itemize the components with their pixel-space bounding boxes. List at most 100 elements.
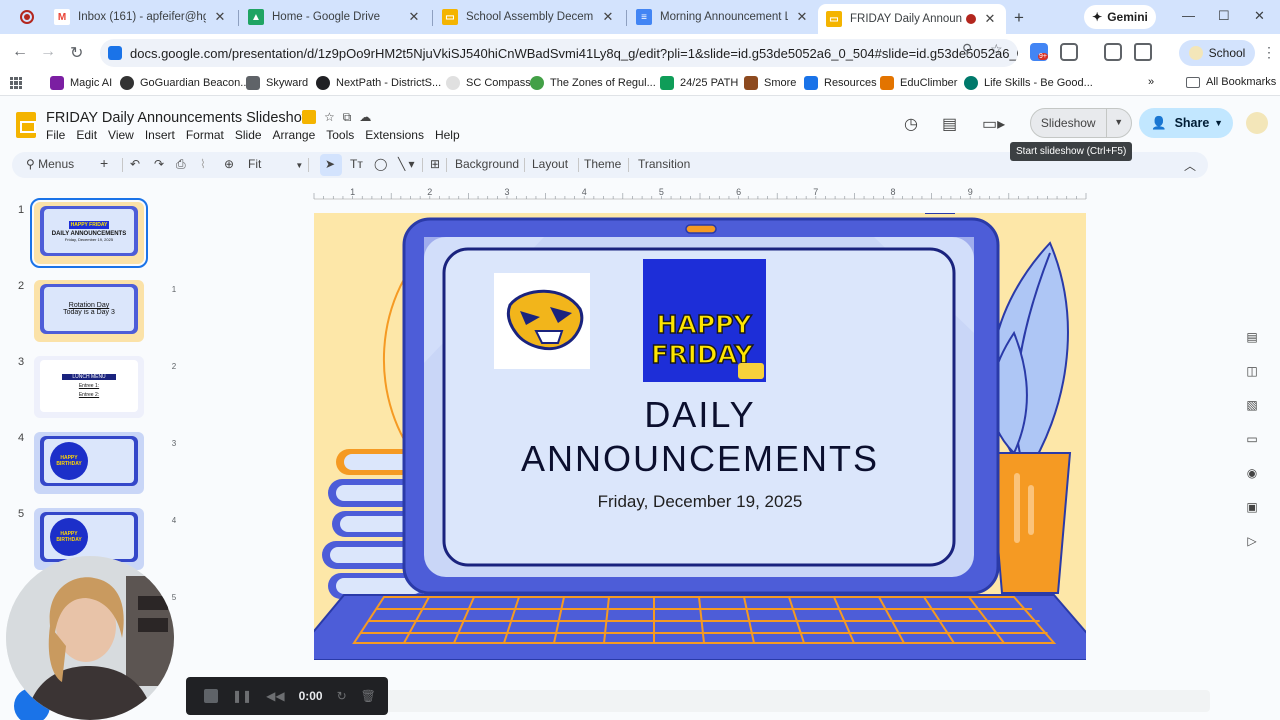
slideshow-dropdown-icon[interactable]: ▼ — [1105, 108, 1132, 138]
minimize-icon[interactable]: — — [1182, 8, 1195, 23]
apps-grid-icon[interactable] — [10, 77, 22, 89]
cloud-saved-icon[interactable]: ☁ — [359, 110, 371, 125]
document-title[interactable]: FRIDAY Daily Announcements Slideshow — [46, 110, 312, 126]
profile-button[interactable]: School — [1179, 40, 1255, 66]
menu-help[interactable]: Help — [435, 128, 460, 142]
tasks-icon[interactable]: ◫ — [1238, 364, 1266, 398]
bookmark-life-skills[interactable]: Life Skills - Be Good... — [964, 76, 1093, 90]
menu-extensions[interactable]: Extensions — [365, 128, 424, 142]
menu-insert[interactable]: Insert — [145, 128, 175, 142]
chrome-menu-icon[interactable]: ⋮ — [1262, 44, 1276, 61]
window-close-icon[interactable]: ✕ — [1254, 8, 1265, 24]
bookmark-resources[interactable]: Resources — [804, 76, 877, 90]
new-tab-button[interactable]: + — [1014, 8, 1024, 28]
theme-button[interactable]: Theme — [584, 157, 621, 171]
zoom-search-icon[interactable]: ⚲ — [962, 41, 972, 58]
slideshow-button[interactable]: Slideshow ▼ — [1030, 108, 1132, 138]
close-icon[interactable]: ✕ — [406, 9, 422, 25]
close-icon[interactable]: ✕ — [600, 9, 616, 25]
maximize-icon[interactable]: ☐ — [1218, 8, 1230, 24]
select-cursor-icon[interactable]: ➤ — [325, 157, 335, 171]
tab-morning-announcement[interactable]: ≡ Morning Announcement Link ✕ — [628, 4, 818, 30]
bookmark-magic-ai[interactable]: Magic AI — [50, 76, 112, 90]
menu-tools[interactable]: Tools — [326, 128, 354, 142]
present-icon[interactable]: ▷ — [1238, 534, 1266, 568]
address-bar[interactable]: docs.google.com/presentation/d/1z9pOo9rH… — [100, 39, 1018, 67]
record-icon[interactable]: ◉ — [1238, 466, 1266, 500]
keep-notes-icon[interactable]: ▤ — [1238, 330, 1266, 364]
menu-view[interactable]: View — [108, 128, 134, 142]
meet-camera-icon[interactable]: ▭▸ — [982, 114, 1005, 134]
bookmark-skyward[interactable]: Skyward — [246, 76, 308, 90]
layout-button[interactable]: Layout — [532, 157, 568, 171]
stop-icon[interactable] — [204, 689, 218, 703]
zoom-select[interactable]: Fit ▼ — [248, 157, 303, 171]
undo-icon[interactable]: ↶ — [130, 157, 140, 171]
zoom-icon[interactable]: ⊕ — [224, 157, 234, 171]
delete-icon[interactable]: 🗑 — [361, 689, 376, 703]
text-box-icon[interactable]: Tт — [350, 157, 363, 171]
share-button[interactable]: 👤 Share ▼ — [1139, 108, 1233, 138]
collapse-toolbar-icon[interactable]: ︿ — [1184, 157, 1196, 174]
paint-format-icon[interactable]: ⌇ — [200, 157, 206, 171]
reload-icon[interactable]: ↻ — [70, 43, 83, 63]
screen-record-icon[interactable]: ▣ — [1238, 500, 1266, 534]
current-slide[interactable]: HAPPY FRIDAY DAILY ANNOUNCEMENTS Friday,… — [314, 213, 1086, 660]
transition-button[interactable]: Transition — [638, 157, 690, 171]
back-icon[interactable]: ← — [12, 43, 28, 61]
pause-icon[interactable]: ❚❚ — [232, 689, 252, 703]
print-icon[interactable]: ⎙ — [176, 157, 186, 172]
comment-add-icon[interactable]: ⊞ — [430, 157, 440, 171]
slide-thumbnail-4[interactable]: HAPPY BIRTHDAY — [34, 432, 144, 494]
recording-indicator-icon[interactable] — [20, 10, 34, 24]
new-slide-icon[interactable]: + — [100, 155, 108, 171]
bookmark-path[interactable]: 24/25 PATH — [660, 76, 738, 90]
version-history-icon[interactable]: ◷ — [904, 114, 918, 134]
rewind-icon[interactable]: ◀◀ — [266, 689, 284, 703]
cast-icon[interactable] — [1134, 43, 1152, 61]
bookmark-sc-compass[interactable]: SC Compass — [446, 76, 531, 90]
menu-slide[interactable]: Slide — [235, 128, 262, 142]
tab-google-drive[interactable]: ▲ Home - Google Drive ✕ — [240, 4, 430, 30]
site-info-icon[interactable] — [108, 46, 122, 60]
extensions-puzzle-icon[interactable] — [1060, 43, 1078, 61]
tab-friday-announcements[interactable]: ▭ FRIDAY Daily Announceme ✕ — [818, 4, 1006, 34]
bookmark-nextpath[interactable]: NextPath - DistrictS... — [316, 76, 441, 90]
slides-logo-icon[interactable] — [16, 112, 36, 138]
close-icon[interactable]: ✕ — [212, 9, 228, 25]
avatar[interactable] — [1246, 112, 1268, 134]
forward-icon[interactable]: → — [40, 43, 56, 61]
menu-edit[interactable]: Edit — [76, 128, 97, 142]
restart-icon[interactable]: ↻ — [337, 689, 347, 703]
menu-file[interactable]: File — [46, 128, 65, 142]
bookmark-star-icon[interactable]: ☆ — [990, 41, 1003, 58]
bookmark-smore[interactable]: Smore — [744, 76, 796, 90]
close-icon[interactable]: ✕ — [794, 9, 810, 25]
menu-format[interactable]: Format — [186, 128, 224, 142]
shape-icon[interactable]: ◯ — [374, 157, 387, 171]
more-bookmarks-icon[interactable]: » — [1148, 76, 1154, 88]
background-button[interactable]: Background — [455, 157, 519, 171]
slide-thumbnail-3[interactable]: LUNCH MENU Entree 1: Entree 2: — [34, 356, 144, 418]
line-icon[interactable]: ╲ ▾ — [398, 157, 415, 171]
share-dropdown-icon[interactable]: ▼ — [1214, 118, 1223, 128]
bookmark-goguardian[interactable]: GoGuardian Beacon... — [120, 76, 249, 90]
all-bookmarks-button[interactable]: All Bookmarks — [1186, 76, 1276, 88]
bookmark-zones-of-regulation[interactable]: The Zones of Regul... — [530, 76, 656, 90]
slides-badge-icon[interactable] — [302, 110, 316, 124]
redo-icon[interactable]: ↷ — [154, 157, 164, 171]
extension-badge-icon[interactable]: 9+ — [1030, 43, 1048, 61]
slide-thumbnail-2[interactable]: Rotation Day Today is a Day 3 — [34, 280, 144, 342]
menu-arrange[interactable]: Arrange — [273, 128, 316, 142]
tab-gmail[interactable]: M Inbox (161) - apfeifer@hgtige ✕ — [46, 4, 236, 30]
tab-school-assembly[interactable]: ▭ School Assembly December 2 ✕ — [434, 4, 624, 30]
search-menus-button[interactable]: ⚲ Menus — [26, 157, 74, 171]
slide-thumbnail-1[interactable]: HAPPY FRIDAY DAILY ANNOUNCEMENTS Friday,… — [30, 198, 148, 268]
contacts-icon[interactable]: ▧ — [1238, 398, 1266, 432]
tab-search-icon[interactable] — [1104, 43, 1122, 61]
star-icon[interactable]: ☆ — [324, 110, 335, 125]
gemini-button[interactable]: ✦ Gemini — [1084, 5, 1156, 29]
drive-folder-icon[interactable]: ▭ — [1238, 432, 1266, 466]
comments-icon[interactable]: ▤ — [942, 114, 957, 134]
move-folder-icon[interactable]: ⧉ — [343, 110, 352, 125]
